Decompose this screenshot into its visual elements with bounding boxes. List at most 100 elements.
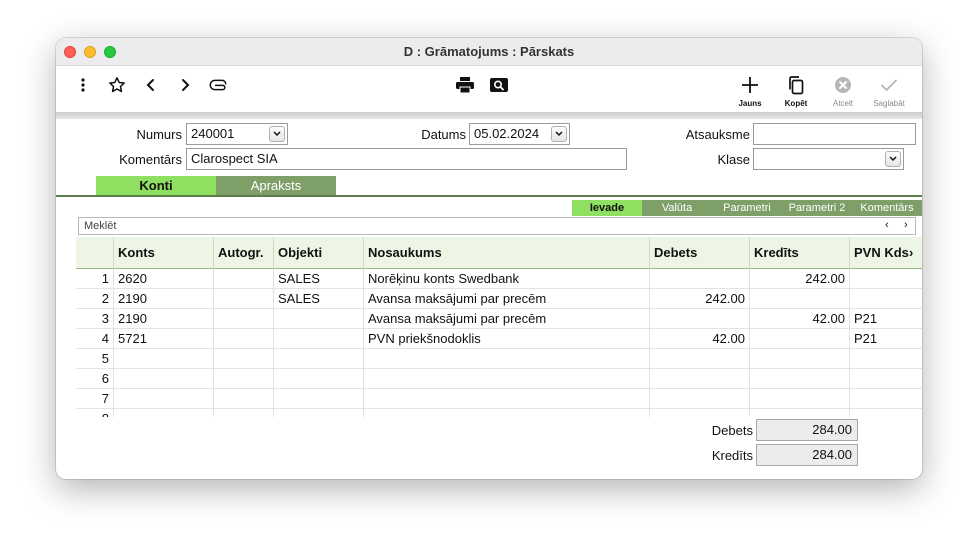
cell-pvn-kds[interactable]	[849, 269, 922, 289]
chevron-left-icon[interactable]	[143, 75, 159, 95]
komentars-input[interactable]: Clarospect SIA	[186, 148, 627, 170]
col-header-debets[interactable]: Debets	[649, 237, 749, 269]
subtab-ievade[interactable]: Ievade	[572, 200, 642, 216]
col-header-objekti[interactable]: Objekti	[273, 237, 363, 269]
cell-debets[interactable]: 242.00	[649, 289, 749, 309]
chevron-down-icon[interactable]	[551, 126, 567, 142]
tab-konti[interactable]: Konti	[96, 176, 216, 196]
table-row[interactable]: 8	[76, 409, 922, 417]
col-header-kredits[interactable]: Kredīts	[749, 237, 849, 269]
cell-kredits[interactable]	[749, 329, 849, 349]
cell-autogr[interactable]	[213, 409, 273, 417]
cell-nosaukums[interactable]	[363, 409, 649, 417]
cell-autogr[interactable]	[213, 349, 273, 369]
cell-nosaukums[interactable]	[363, 349, 649, 369]
cell-objekti[interactable]	[273, 369, 363, 389]
print-icon[interactable]	[454, 75, 476, 95]
cell-konts[interactable]	[113, 409, 213, 417]
cell-konts[interactable]: 2620	[113, 269, 213, 289]
more-menu-icon[interactable]	[76, 76, 90, 94]
cell-debets[interactable]: 42.00	[649, 329, 749, 349]
cell-kredits[interactable]	[749, 389, 849, 409]
cell-autogr[interactable]	[213, 289, 273, 309]
cell-nosaukums[interactable]: Norēķinu konts Swedbank	[363, 269, 649, 289]
search-input[interactable]: Meklēt ‹ ›	[78, 217, 916, 235]
cell-nosaukums[interactable]: Avansa maksājumi par precēm	[363, 289, 649, 309]
col-header-konts[interactable]: Konts	[113, 237, 213, 269]
cancel-button[interactable]: Atcelt	[823, 75, 863, 108]
table-row[interactable]: 7	[76, 389, 922, 409]
table-row[interactable]: 2 2190 SALES Avansa maksājumi par precēm 242…	[76, 289, 922, 309]
scroll-columns-right-icon[interactable]: ›	[909, 237, 922, 269]
cell-objekti[interactable]	[273, 349, 363, 369]
cell-debets[interactable]	[649, 389, 749, 409]
cell-kredits[interactable]	[749, 349, 849, 369]
tab-apraksts[interactable]: Apraksts	[216, 176, 336, 196]
copy-button[interactable]: Kopēt	[776, 75, 816, 108]
subtab-parametri[interactable]: Parametri	[712, 200, 782, 216]
preview-search-icon[interactable]	[488, 75, 510, 95]
cell-objekti[interactable]	[273, 309, 363, 329]
cell-autogr[interactable]	[213, 329, 273, 349]
cell-pvn-kds[interactable]: P21	[849, 329, 922, 349]
col-header-pvn-kds[interactable]: PVN Kds.	[849, 237, 909, 269]
subtab-parametri-2[interactable]: Parametri 2	[782, 200, 852, 216]
subtab-komentars[interactable]: Komentārs	[852, 200, 922, 216]
cell-pvn-kds[interactable]	[849, 369, 922, 389]
cell-pvn-kds[interactable]	[849, 289, 922, 309]
cell-konts[interactable]	[113, 369, 213, 389]
cell-objekti[interactable]	[273, 409, 363, 417]
new-button[interactable]: Jauns	[730, 75, 770, 108]
numurs-select[interactable]: 240001	[186, 123, 288, 145]
cell-debets[interactable]	[649, 269, 749, 289]
subtab-valuta[interactable]: Valūta	[642, 200, 712, 216]
atsauksme-input[interactable]	[753, 123, 916, 145]
klase-select[interactable]	[753, 148, 904, 170]
cell-objekti[interactable]: SALES	[273, 289, 363, 309]
col-header-autogr[interactable]: Autogr.	[213, 237, 273, 269]
cell-nosaukums[interactable]: Avansa maksājumi par precēm	[363, 309, 649, 329]
cell-pvn-kds[interactable]: P21	[849, 309, 922, 329]
chevron-down-icon[interactable]	[269, 126, 285, 142]
cell-konts[interactable]	[113, 389, 213, 409]
save-button[interactable]: Saglabāt	[869, 75, 909, 108]
cell-kredits[interactable]: 42.00	[749, 309, 849, 329]
cell-autogr[interactable]	[213, 389, 273, 409]
chevron-right-icon[interactable]	[177, 75, 193, 95]
paperclip-icon[interactable]	[208, 75, 230, 95]
chevron-down-icon[interactable]	[885, 151, 901, 167]
cell-objekti[interactable]	[273, 389, 363, 409]
cell-konts[interactable]: 2190	[113, 289, 213, 309]
cell-kredits[interactable]	[749, 289, 849, 309]
cell-pvn-kds[interactable]	[849, 389, 922, 409]
table-row[interactable]: 1 2620 SALES Norēķinu konts Swedbank 242.00	[76, 269, 922, 289]
cell-objekti[interactable]	[273, 329, 363, 349]
cell-nosaukums[interactable]	[363, 389, 649, 409]
cell-konts[interactable]	[113, 349, 213, 369]
table-row[interactable]: 3 2190 Avansa maksājumi par precēm 42.00 P21	[76, 309, 922, 329]
cell-debets[interactable]	[649, 309, 749, 329]
table-row[interactable]: 4 5721 PVN priekšnodoklis 42.00 P21	[76, 329, 922, 349]
cell-nosaukums[interactable]: PVN priekšnodoklis	[363, 329, 649, 349]
datums-select[interactable]: 05.02.2024	[469, 123, 570, 145]
star-icon[interactable]	[107, 75, 127, 95]
cell-konts[interactable]: 5721	[113, 329, 213, 349]
search-next-icon[interactable]: ›	[904, 219, 908, 231]
cell-debets[interactable]	[649, 409, 749, 417]
cell-autogr[interactable]	[213, 369, 273, 389]
cell-debets[interactable]	[649, 349, 749, 369]
cell-debets[interactable]	[649, 369, 749, 389]
cell-kredits[interactable]	[749, 369, 849, 389]
search-prev-icon[interactable]: ‹	[885, 219, 889, 231]
cell-nosaukums[interactable]	[363, 369, 649, 389]
cell-autogr[interactable]	[213, 309, 273, 329]
cell-autogr[interactable]	[213, 269, 273, 289]
cell-pvn-kds[interactable]	[849, 349, 922, 369]
table-row[interactable]: 6	[76, 369, 922, 389]
cell-kredits[interactable]: 242.00	[749, 269, 849, 289]
table-row[interactable]: 5	[76, 349, 922, 369]
col-header-nosaukums[interactable]: Nosaukums	[363, 237, 649, 269]
cell-konts[interactable]: 2190	[113, 309, 213, 329]
cell-objekti[interactable]: SALES	[273, 269, 363, 289]
cell-pvn-kds[interactable]	[849, 409, 922, 417]
